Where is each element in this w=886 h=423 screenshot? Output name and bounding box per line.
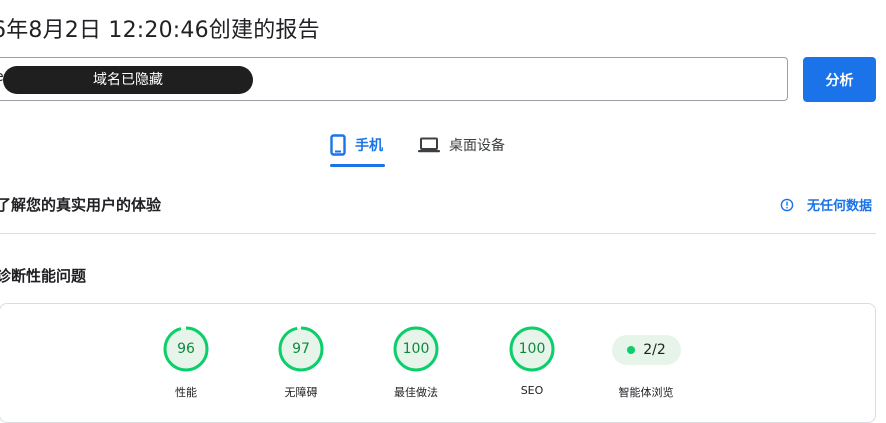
performance-score: 96 <box>177 341 195 357</box>
active-tab-indicator <box>330 164 385 167</box>
laptop-icon <box>418 137 440 153</box>
best-practices-score: 100 <box>402 341 430 357</box>
tab-mobile-label: 手机 <box>355 138 383 154</box>
seo-score: 100 <box>518 341 546 357</box>
best-practices-gauge[interactable]: 100 <box>392 325 440 373</box>
diagnostics-heading: 诊断性能问题 <box>0 267 87 285</box>
pass-dot-icon <box>627 346 636 354</box>
tab-mobile[interactable]: 手机 <box>330 128 383 162</box>
no-data-label: 无任何数据 <box>807 199 873 214</box>
agentic-browsing-badge[interactable]: 2/2 <box>612 335 681 365</box>
tab-desktop[interactable]: 桌面设备 <box>418 128 505 162</box>
accessibility-score: 97 <box>292 341 310 357</box>
performance-gauge[interactable]: 96 <box>162 325 210 373</box>
section-divider <box>0 233 876 234</box>
report-title: 6年8月2日 12:20:46创建的报告 <box>0 18 320 43</box>
agentic-browsing-score: 2/2 <box>643 342 666 358</box>
no-data-status[interactable]: 无任何数据 <box>780 195 872 214</box>
url-input[interactable]: e 域名已隐藏 <box>0 57 788 101</box>
analyze-button[interactable]: 分析 <box>803 57 876 102</box>
agentic-browsing-label: 智能体浏览 <box>618 386 674 399</box>
accessibility-gauge[interactable]: 97 <box>277 325 325 373</box>
seo-label: SEO <box>520 384 544 397</box>
field-data-heading: 了解您的真实用户的体验 <box>0 196 162 214</box>
accessibility-label: 无障碍 <box>284 386 318 399</box>
performance-label: 性能 <box>175 386 197 399</box>
tab-desktop-label: 桌面设备 <box>449 138 505 154</box>
info-icon <box>780 198 794 211</box>
seo-gauge[interactable]: 100 <box>508 325 556 373</box>
best-practices-label: 最佳做法 <box>394 386 438 399</box>
smartphone-icon <box>330 134 346 156</box>
redacted-domain: 域名已隐藏 <box>3 66 253 94</box>
